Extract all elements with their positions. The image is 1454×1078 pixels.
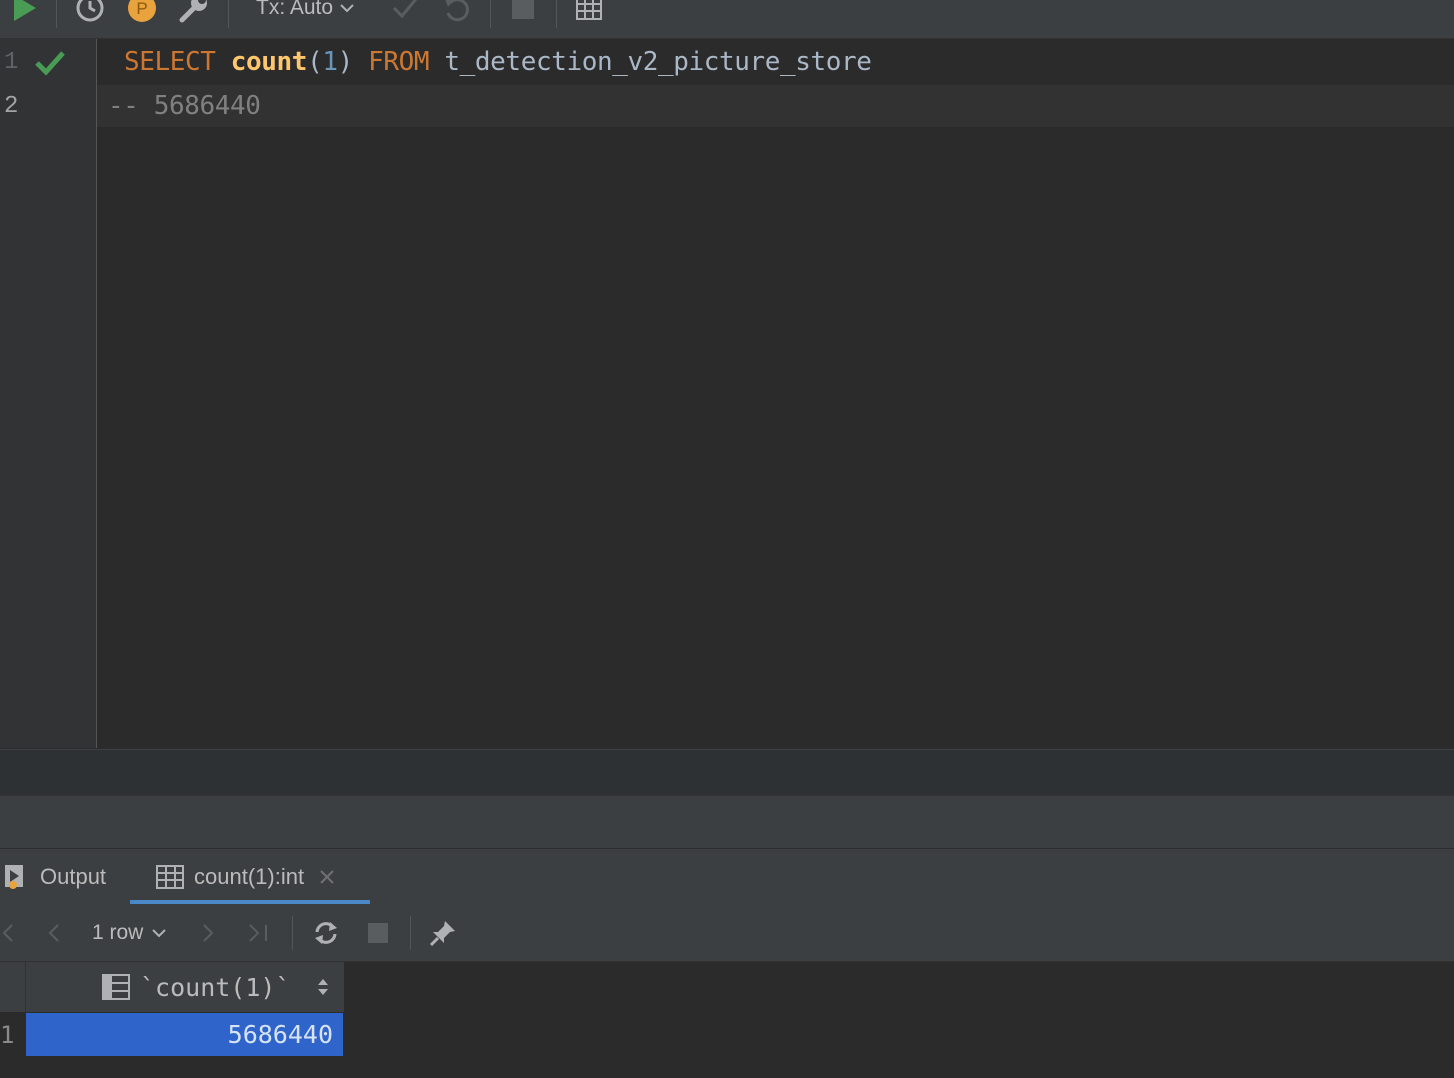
run-icon[interactable] [12,0,38,24]
rollback-icon[interactable] [442,0,472,24]
last-page-icon[interactable] [246,904,272,961]
services-header-strip [0,795,1454,848]
table-name: t_detection_v2_picture_store [444,47,872,77]
results-toolbar: 1 row [0,904,1454,962]
results-grid[interactable]: `count(1)` 1 5686440 [0,962,1454,1078]
close-paren: ) [337,47,354,77]
row-count-label: 1 row [92,920,144,944]
stop-icon[interactable] [366,904,390,961]
toolbar-separator [490,0,491,28]
refresh-icon[interactable] [312,904,340,961]
row-number: 1 [0,1021,15,1049]
tab-result-count[interactable]: count(1):int [156,849,336,904]
wrench-icon[interactable] [178,0,210,24]
number-literal: 1 [322,47,338,77]
current-line-highlight [97,85,1454,127]
column-icon [102,974,130,1000]
column-header-label: `count(1)` [140,972,291,1002]
keyword-from: FROM [368,47,430,77]
table-cell[interactable]: 5686440 [26,1013,343,1056]
keyword-select: SELECT [124,47,216,77]
open-paren: ( [307,47,323,77]
chevron-down-icon [152,928,167,937]
transaction-mode-dropdown[interactable]: Tx: Auto [256,0,355,24]
next-page-icon[interactable] [200,904,216,961]
tab-output[interactable]: Output [4,849,106,904]
line-number: 1 [4,49,19,76]
row-count-dropdown[interactable]: 1 row [92,904,167,961]
executed-checkmark-icon [35,51,65,76]
table-icon [156,864,184,889]
close-icon[interactable] [318,868,336,886]
tab-output-label: Output [40,863,107,889]
code-line-1[interactable]: SELECT count(1) FROM t_detection_v2_pict… [124,47,872,77]
toolbar-separator [228,0,229,28]
previous-page-icon[interactable] [46,904,62,961]
code-line-2-comment[interactable]: -- 5686440 [108,91,261,121]
history-icon[interactable] [74,0,106,24]
parameters-icon[interactable]: P [126,0,158,24]
sort-icon[interactable] [316,976,330,998]
function-count: count [230,47,308,77]
editor-toolbar: P Tx: Auto [0,0,1454,39]
output-icon [5,864,23,889]
column-header[interactable]: `count(1)` [25,962,344,1012]
stop-icon[interactable] [510,0,536,24]
sql-editor[interactable]: 1 2 SELECT count(1) FROM t_detection_v2_… [0,39,1454,748]
toolbar-separator [556,0,557,28]
commit-icon[interactable] [390,0,420,24]
svg-text:P: P [136,0,147,18]
first-page-icon[interactable] [0,904,16,961]
toolbar-separator [410,916,411,950]
table-view-icon[interactable] [574,0,604,24]
results-tabs: Output count(1):int [0,848,1454,905]
line-number: 2 [4,93,19,120]
toolbar-separator [292,916,293,950]
toolbar-separator [56,0,57,28]
editor-gutter: 1 2 [0,39,97,748]
chevron-down-icon [340,4,354,13]
editor-footer-strip [0,749,1454,795]
transaction-mode-label: Tx: Auto [256,0,334,19]
row-number-header [0,962,25,1012]
pin-icon[interactable] [428,904,458,961]
tab-result-label: count(1):int [194,863,305,889]
